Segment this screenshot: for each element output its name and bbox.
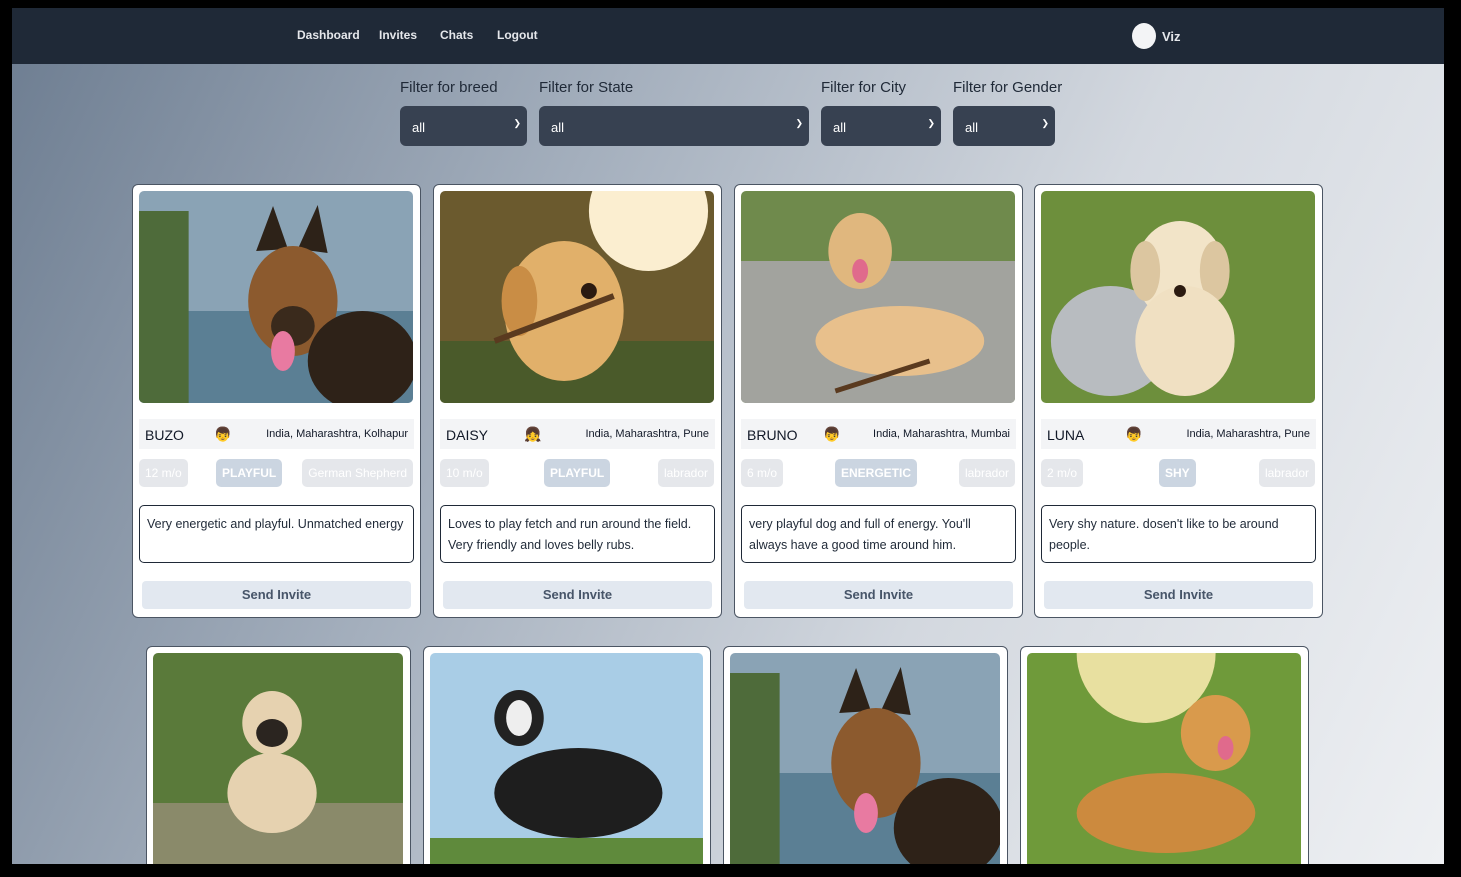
dog-card: BRUNO 👦 India, Maharashtra, Mumbai 6 m/o… (734, 184, 1023, 618)
filter-state-select[interactable]: all ❯ (539, 106, 809, 146)
nav-dashboard[interactable]: Dashboard (297, 28, 360, 42)
send-invite-button[interactable]: Send Invite (744, 581, 1013, 609)
nav-invites[interactable]: Invites (379, 28, 417, 42)
filter-state-label: Filter for State (539, 79, 634, 96)
filter-breed-label: Filter for breed (400, 79, 498, 96)
dog-name: DAISY (446, 427, 489, 443)
filter-gender-label: Filter for Gender (953, 79, 1063, 96)
filter-breed-value: all (412, 120, 426, 135)
nav-chats[interactable]: Chats (440, 28, 473, 42)
dog-name: LUNA (1047, 427, 1085, 443)
dog-location: India, Maharashtra, Mumbai (873, 428, 1010, 440)
dog-location: India, Maharashtra, Kolhapur (266, 428, 408, 440)
dog-info-bar: DAISY 👧 India, Maharashtra, Pune (440, 419, 715, 449)
boy-emoji-icon: 👦 (823, 426, 841, 442)
avatar[interactable] (1132, 23, 1156, 49)
filter-state-value: all (551, 120, 565, 135)
dog-description: very playful dog and full of energy. You… (741, 505, 1016, 563)
dog-location: India, Maharashtra, Pune (1186, 428, 1310, 440)
dog-age-tag: 12 m/o (139, 459, 188, 487)
dog-card (146, 646, 411, 864)
dog-photo (153, 653, 403, 864)
dog-trait-tag: PLAYFUL (216, 459, 283, 487)
dog-info-bar: BRUNO 👦 India, Maharashtra, Mumbai (741, 419, 1016, 449)
dog-card (423, 646, 711, 864)
dog-photo (1027, 653, 1301, 864)
dog-card: BUZO 👦 India, Maharashtra, Kolhapur 12 m… (132, 184, 421, 618)
filter-gender-value: all (965, 120, 979, 135)
dog-card: DAISY 👧 India, Maharashtra, Pune 10 m/o … (433, 184, 722, 618)
username[interactable]: Viz (1162, 29, 1181, 44)
filter-city-select[interactable]: all ❯ (821, 106, 941, 146)
dog-trait-tag: ENERGETIC (835, 459, 918, 487)
dog-breed-tag: labrador (1258, 459, 1315, 487)
filter-gender-select[interactable]: all ❯ (953, 106, 1055, 146)
dog-photo (139, 191, 413, 403)
dog-description: Very energetic and playful. Unmatched en… (139, 505, 414, 563)
filter-city-label: Filter for City (821, 79, 907, 96)
dog-breed-tag: German Shepherd (302, 459, 413, 487)
dog-breed-tag: labrador (657, 459, 714, 487)
dog-name: BUZO (145, 427, 184, 443)
dog-age-tag: 10 m/o (440, 459, 489, 487)
dog-photo (741, 191, 1015, 403)
send-invite-button[interactable]: Send Invite (1044, 581, 1313, 609)
boy-emoji-icon: 👦 (1125, 426, 1143, 442)
send-invite-button[interactable]: Send Invite (142, 581, 411, 609)
dog-photo (440, 191, 714, 403)
dog-card (723, 646, 1008, 864)
dog-description: Very shy nature. dosen't like to be arou… (1041, 505, 1316, 563)
filter-breed-select[interactable]: all ❯ (400, 106, 527, 146)
dog-card: LUNA 👦 India, Maharashtra, Pune 2 m/o SH… (1034, 184, 1323, 618)
dog-photo (430, 653, 703, 864)
chevron-down-icon: ❯ (513, 118, 521, 128)
dog-age-tag: 2 m/o (1041, 459, 1084, 487)
chevron-down-icon: ❯ (1041, 118, 1049, 128)
navbar: Dashboard Invites Chats Logout Viz (12, 8, 1444, 64)
dog-photo (1041, 191, 1315, 403)
app-window: Dashboard Invites Chats Logout Viz Filte… (12, 8, 1444, 864)
dog-name: BRUNO (747, 427, 798, 443)
send-invite-button[interactable]: Send Invite (443, 581, 712, 609)
chevron-down-icon: ❯ (927, 118, 935, 128)
boy-emoji-icon: 👦 (214, 426, 232, 442)
dog-location: India, Maharashtra, Pune (585, 428, 709, 440)
chevron-down-icon: ❯ (795, 118, 803, 128)
dog-photo (730, 653, 1000, 864)
dog-breed-tag: labrador (958, 459, 1015, 487)
dog-description: Loves to play fetch and run around the f… (440, 505, 715, 563)
filter-city-value: all (833, 120, 847, 135)
dog-info-bar: BUZO 👦 India, Maharashtra, Kolhapur (139, 419, 414, 449)
dog-age-tag: 6 m/o (741, 459, 784, 487)
dog-card (1020, 646, 1309, 864)
dog-info-bar: LUNA 👦 India, Maharashtra, Pune (1041, 419, 1316, 449)
dog-trait-tag: PLAYFUL (544, 459, 611, 487)
girl-emoji-icon: 👧 (524, 426, 542, 442)
dog-trait-tag: SHY (1159, 459, 1196, 487)
nav-logout[interactable]: Logout (497, 28, 538, 42)
